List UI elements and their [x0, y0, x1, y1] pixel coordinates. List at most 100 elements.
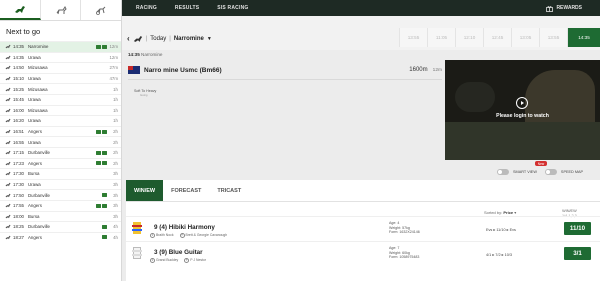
tab-harness[interactable]: [81, 0, 121, 20]
race-time-bar: 13:55 11:05 12:10 12:45 13:05 13:55 14:35: [399, 28, 600, 47]
race-list-item[interactable]: 16:20 Urawa 1h: [0, 115, 121, 126]
horse-racing-icon: [5, 214, 13, 219]
race-venue: Bursa: [28, 171, 40, 177]
runner-name[interactable]: 3 (9) Blue Guitar: [154, 249, 203, 256]
course-dropdown[interactable]: Narromine: [174, 36, 204, 42]
race-list-item[interactable]: 15:45 Urawa 1h: [0, 93, 121, 105]
tab-win-ew[interactable]: WIN/EW: [126, 180, 164, 201]
tab-greyhounds[interactable]: [41, 0, 82, 20]
race-time: 16:55: [13, 139, 24, 145]
going-info: Soft To Heavy Going: [134, 89, 156, 97]
race-list-item[interactable]: 15:25 Mizusawa 1h: [0, 83, 121, 94]
horse-racing-icon: [5, 161, 13, 166]
nav-sis-racing[interactable]: SIS RACING: [208, 5, 257, 11]
race-venue: Bursa: [28, 213, 40, 219]
race-time-tab[interactable]: 11:05: [427, 28, 455, 47]
race-list-item[interactable]: 17:50 Durbanville 3h: [0, 189, 121, 200]
back-chevron-icon[interactable]: ‹: [127, 34, 130, 43]
price-button[interactable]: 3/1: [564, 247, 591, 260]
race-venue: Angers: [28, 129, 42, 135]
race-time: 18:27: [13, 234, 24, 240]
market-panel: WIN/EW FORECAST TRICAST Sorted by: Price…: [126, 180, 600, 281]
race-venue: Mizusawa: [28, 65, 48, 71]
horse-racing-icon: [5, 65, 13, 70]
race-list-item[interactable]: 16:51 Angers 2h: [0, 125, 121, 137]
race-header: ‹ | Today | Narromine ▼ 13:55 11:05 12:10 1…: [122, 16, 600, 50]
sort-label: Sorted by:: [484, 210, 503, 215]
race-time: 16:51: [13, 129, 24, 135]
race-time-tab[interactable]: 13:55: [539, 28, 567, 47]
race-time: 18:25: [13, 224, 24, 230]
stats-icon: [102, 161, 107, 166]
column-head-label: WIN/EW: [562, 209, 577, 213]
jockey-silk-icon: [132, 247, 142, 259]
race-time-tab[interactable]: 13:55: [399, 28, 427, 47]
smart-view-toggle[interactable]: [497, 169, 509, 175]
sort-dropdown[interactable]: Sorted by: Price ▾: [484, 210, 516, 215]
race-list-item[interactable]: 18:00 Bursa 3h: [0, 210, 121, 222]
chevron-down-icon: ▾: [514, 210, 517, 215]
race-title-row: Narro mine Usmc (Bm66) 1600m 12m: [128, 66, 442, 74]
speed-map-toggle[interactable]: [544, 169, 557, 175]
tab-horse-racing[interactable]: [0, 0, 41, 20]
race-countdown: 27m: [109, 65, 118, 71]
race-list-item[interactable]: 17:30 Bursa 3h: [0, 168, 121, 179]
tab-forecast[interactable]: FORECAST: [163, 180, 209, 201]
race-subtitle: 14:35 Narromine: [128, 52, 162, 57]
race-venue: Mizusawa: [28, 107, 48, 113]
race-time-tab[interactable]: 12:45: [483, 28, 511, 47]
race-venue: Mizusawa: [28, 86, 48, 92]
race-list-item[interactable]: 17:15 Durbanville 2h: [0, 146, 121, 158]
horse-racing-icon: [5, 118, 13, 123]
race-countdown: 3h: [113, 171, 118, 177]
race-venue: Urawa: [28, 118, 41, 124]
race-venue: Narromine: [28, 44, 49, 50]
race-time: 17:30: [13, 171, 24, 177]
race-list-item[interactable]: 14:50 Mizusawa 27m: [0, 62, 121, 73]
race-subtitle-course: Narromine: [141, 52, 163, 57]
race-countdown: 4h: [113, 224, 118, 230]
race-list-item[interactable]: 18:27 Angers 4h: [0, 231, 121, 243]
next-to-go-sidebar: Next to go 14:35 Narromine 12m 14:35 Urawa 12…: [0, 0, 122, 281]
race-countdown: 3h: [113, 213, 118, 219]
race-time-tab[interactable]: 12:10: [455, 28, 483, 47]
play-icon[interactable]: [516, 97, 528, 109]
race-list-item[interactable]: 18:25 Durbanville 4h: [0, 221, 121, 232]
race-countdown: 1h: [113, 97, 118, 103]
race-badges: [102, 235, 107, 240]
race-list-item[interactable]: 17:55 Angers 3h: [0, 199, 121, 211]
race-list-item[interactable]: 14:35 Narromine 12m: [0, 41, 121, 52]
tab-tricast[interactable]: TRICAST: [209, 180, 249, 201]
runner-connections: J Braith Nock T Brett & Georgie Cavanough: [150, 232, 227, 238]
race-venue: Durbanville: [28, 224, 50, 230]
race-badges: [102, 193, 107, 198]
runner-connections: J Grand Buckley TP J Nestor: [150, 257, 206, 263]
price-button[interactable]: 11/10: [564, 222, 591, 235]
race-venue: Urawa: [28, 97, 41, 103]
race-time-tab[interactable]: 13:05: [511, 28, 539, 47]
race-list-item[interactable]: 15:10 Urawa 47m: [0, 72, 121, 84]
race-badges: [96, 129, 107, 134]
live-video-player[interactable]: Please login to watch: [445, 60, 600, 160]
race-list-item[interactable]: 17:30 Urawa 3h: [0, 178, 121, 190]
sort-row: Sorted by: Price ▾ WIN/EW 1/4 1,2,3: [126, 202, 600, 218]
rewards-link[interactable]: REWARDS: [546, 5, 582, 12]
chevron-down-icon[interactable]: ▼: [207, 36, 212, 42]
race-list-item[interactable]: 17:23 Angers 2h: [0, 157, 121, 169]
nav-results[interactable]: RESULTS: [166, 5, 208, 11]
race-countdown: 4h: [113, 234, 118, 240]
race-time-tab[interactable]: 14:35: [567, 28, 600, 47]
greyhound-icon: [56, 5, 67, 14]
nav-racing[interactable]: RACING: [122, 5, 166, 11]
race-list-item[interactable]: 16:00 Mizusawa 1h: [0, 104, 121, 116]
runner-name[interactable]: 9 (4) Hibiki Harmony: [154, 224, 215, 231]
horse-racing-icon: [5, 193, 13, 198]
race-countdown: 2h: [113, 160, 118, 166]
race-badges: [96, 203, 107, 208]
race-list-item[interactable]: 16:55 Urawa 2h: [0, 136, 121, 147]
tv-icon: [102, 193, 107, 198]
race-list-item[interactable]: 14:35 Urawa 12m: [0, 51, 121, 63]
divider: [128, 79, 442, 80]
separator: |: [145, 35, 148, 42]
race-countdown: 1h: [113, 118, 118, 124]
